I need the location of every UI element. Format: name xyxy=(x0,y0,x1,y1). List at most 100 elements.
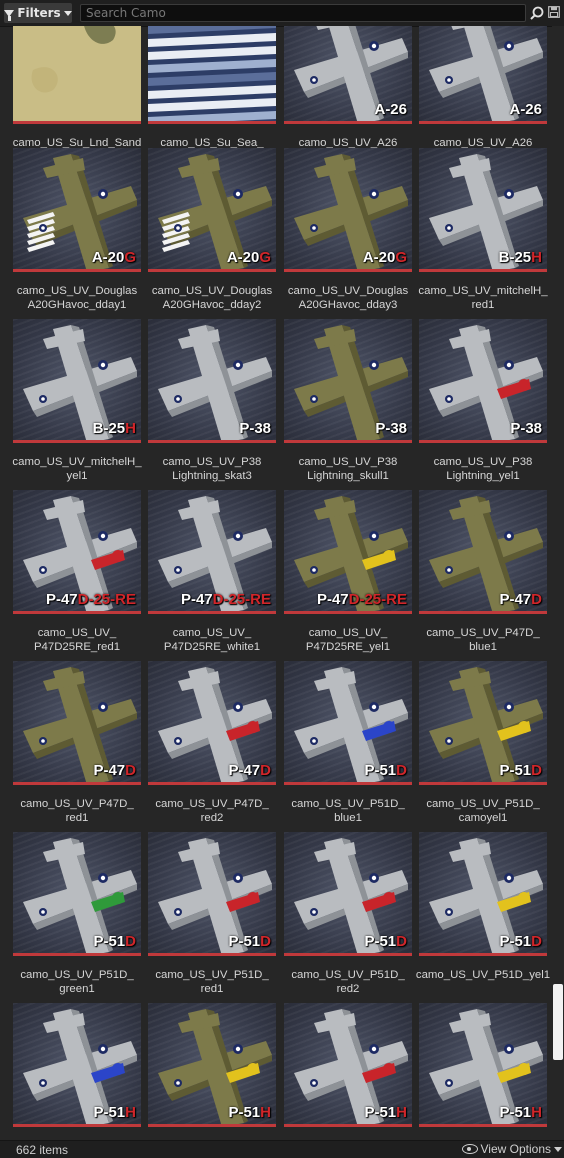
asset-tile[interactable]: P-47D-25-RE camo_US_UV_ P47D25RE_white1 xyxy=(148,490,276,660)
asset-type-bar xyxy=(13,611,141,614)
asset-tile[interactable]: B-25H camo_US_UV_mitchelH_ red1 xyxy=(418,148,548,318)
aircraft-variant: G xyxy=(259,249,271,266)
asset-thumbnail: P-47D-25-RE xyxy=(284,490,412,614)
asset-tile[interactable]: P-51D camo_US_UV_P51D_ camoyel1 xyxy=(419,661,547,831)
aircraft-model: A-20 xyxy=(226,249,260,266)
content-browser-toolbar: Filters xyxy=(0,0,564,27)
aircraft-variant: D-25-RE xyxy=(212,591,271,608)
asset-tile[interactable]: A-20G camo_US_UV_Douglas A20GHavoc_dday1 xyxy=(13,148,141,318)
asset-name: camo_US_UV_mitchelH_ red1 xyxy=(418,285,548,311)
save-search-icon[interactable] xyxy=(548,6,560,18)
asset-thumbnail: P-51D xyxy=(284,832,412,956)
asset-tile[interactable]: P-51Hcamo_US_UV_P51H_ xyxy=(419,1003,547,1138)
scrollbar-track[interactable] xyxy=(552,26,564,1138)
asset-name: camo_US_UV_ P47D25RE_red1 xyxy=(33,627,121,653)
scrollbar-thumb[interactable] xyxy=(553,984,563,1060)
aircraft-variant: D-25-RE xyxy=(77,591,136,608)
aircraft-model: P-47 xyxy=(499,591,532,608)
asset-type-bar xyxy=(419,611,547,614)
asset-thumbnail: P-51D xyxy=(148,832,276,956)
aircraft-model: B-25 xyxy=(92,420,126,437)
asset-thumbnail: P-38 xyxy=(419,319,547,443)
asset-tile[interactable]: P-38 camo_US_UV_P38 Lightning_skat3 xyxy=(148,319,276,489)
filters-button[interactable]: Filters xyxy=(4,3,72,23)
asset-thumbnail xyxy=(13,26,141,124)
asset-tile[interactable]: P-47D camo_US_UV_P47D_ red1 xyxy=(13,661,141,831)
chevron-down-icon xyxy=(63,10,72,16)
aircraft-variant: H xyxy=(531,249,542,266)
aircraft-model: P-51 xyxy=(364,1104,397,1121)
asset-type-bar xyxy=(284,611,412,614)
asset-tile[interactable]: P-38 camo_US_UV_P38 Lightning_skull1 xyxy=(284,319,412,489)
asset-tile[interactable]: P-51D camo_US_UV_P51D_ red2 xyxy=(284,832,412,1002)
asset-type-bar xyxy=(284,782,412,785)
asset-name: camo_US_UV_P38 Lightning_skat3 xyxy=(162,456,262,482)
asset-tile[interactable]: A-20G camo_US_UV_Douglas A20GHavoc_dday2 xyxy=(148,148,276,318)
asset-type-bar xyxy=(419,782,547,785)
aircraft-variant: D xyxy=(125,933,136,950)
aircraft-badge: B-25H xyxy=(499,249,542,266)
asset-name: camo_US_UV_ P47D25RE_white1 xyxy=(163,627,261,653)
asset-tile[interactable]: P-51Hcamo_US_UV_P51H_ xyxy=(148,1003,276,1138)
asset-type-bar xyxy=(13,953,141,956)
asset-name: camo_US_UV_Douglas A20GHavoc_dday3 xyxy=(287,285,409,311)
aircraft-variant: H xyxy=(396,1104,407,1121)
aircraft-badge: A-20G xyxy=(227,249,271,266)
aircraft-model: P-47 xyxy=(180,591,213,608)
aircraft-model: B-25 xyxy=(498,249,532,266)
status-bar: 662 items View Options xyxy=(0,1140,564,1158)
aircraft-badge: A-26 xyxy=(509,101,542,118)
asset-tile[interactable]: P-51D camo_US_UV_P51D_ green1 xyxy=(13,832,141,1002)
asset-thumbnail: P-51D xyxy=(419,661,547,785)
asset-tile[interactable]: P-51Hcamo_US_UV_P51H_ xyxy=(13,1003,141,1138)
asset-tile[interactable]: B-25H camo_US_UV_mitchelH_ yel1 xyxy=(12,319,142,489)
search-input[interactable] xyxy=(80,4,526,22)
asset-tile[interactable]: A-20G camo_US_UV_Douglas A20GHavoc_dday3 xyxy=(284,148,412,318)
asset-thumbnail: A-20G xyxy=(13,148,141,272)
search-icon[interactable] xyxy=(530,6,544,20)
filter-icon xyxy=(4,9,15,21)
aircraft-badge: P-51D xyxy=(364,933,407,950)
view-options-label: View Options xyxy=(480,1142,551,1156)
asset-tile[interactable]: P-51D camo_US_UV_P51D_yel1 xyxy=(416,832,550,1002)
aircraft-badge: P-51D xyxy=(228,933,271,950)
asset-thumbnail: P-51D xyxy=(13,832,141,956)
asset-type-bar xyxy=(419,269,547,272)
asset-tile[interactable]: P-47D-25-RE camo_US_UV_ P47D25RE_yel1 xyxy=(284,490,412,660)
asset-tile[interactable]: P-47D-25-RE camo_US_UV_ P47D25RE_red1 xyxy=(13,490,141,660)
asset-name: camo_US_UV_P51D_yel1 xyxy=(415,969,551,981)
view-options-button[interactable]: View Options xyxy=(461,1142,562,1156)
asset-type-bar xyxy=(284,440,412,443)
asset-thumbnail: P-47D-25-RE xyxy=(13,490,141,614)
aircraft-badge: P-47D xyxy=(93,762,136,779)
aircraft-model: P-51 xyxy=(499,933,532,950)
asset-tile[interactable]: P-38 camo_US_UV_P38 Lightning_yel1 xyxy=(419,319,547,489)
asset-tile[interactable]: P-51D camo_US_UV_P51D_ blue1 xyxy=(284,661,412,831)
asset-tile[interactable]: P-47D camo_US_UV_P47D_ red2 xyxy=(148,661,276,831)
asset-thumbnail: P-51H xyxy=(148,1003,276,1127)
aircraft-badge: P-47D-25-RE xyxy=(181,591,271,608)
aircraft-badge: B-25H xyxy=(93,420,136,437)
asset-tile[interactable]: P-47D camo_US_UV_P47D_ blue1 xyxy=(419,490,547,660)
eye-icon xyxy=(461,1144,478,1154)
aircraft-badge: P-38 xyxy=(239,420,271,437)
asset-type-bar xyxy=(148,953,276,956)
asset-type-bar xyxy=(148,782,276,785)
asset-type-bar xyxy=(148,1124,276,1127)
aircraft-badge: P-51D xyxy=(499,933,542,950)
aircraft-badge: P-51D xyxy=(93,933,136,950)
asset-tile[interactable]: P-51D camo_US_UV_P51D_ red1 xyxy=(148,832,276,1002)
aircraft-badge: A-26 xyxy=(374,101,407,118)
aircraft-model: P-38 xyxy=(239,420,271,437)
aircraft-model: A-26 xyxy=(374,101,407,118)
asset-type-bar xyxy=(148,121,276,124)
aircraft-variant: D xyxy=(531,762,542,779)
asset-tile[interactable]: P-51Hcamo_US_UV_P51H_ xyxy=(284,1003,412,1138)
asset-name: camo_US_UV_P38 Lightning_yel1 xyxy=(433,456,533,482)
aircraft-badge: P-51H xyxy=(228,1104,271,1121)
asset-type-bar xyxy=(13,782,141,785)
aircraft-badge: P-47D xyxy=(499,591,542,608)
aircraft-model: P-51 xyxy=(364,933,397,950)
aircraft-model: P-51 xyxy=(93,1104,126,1121)
aircraft-model: P-47 xyxy=(228,762,261,779)
